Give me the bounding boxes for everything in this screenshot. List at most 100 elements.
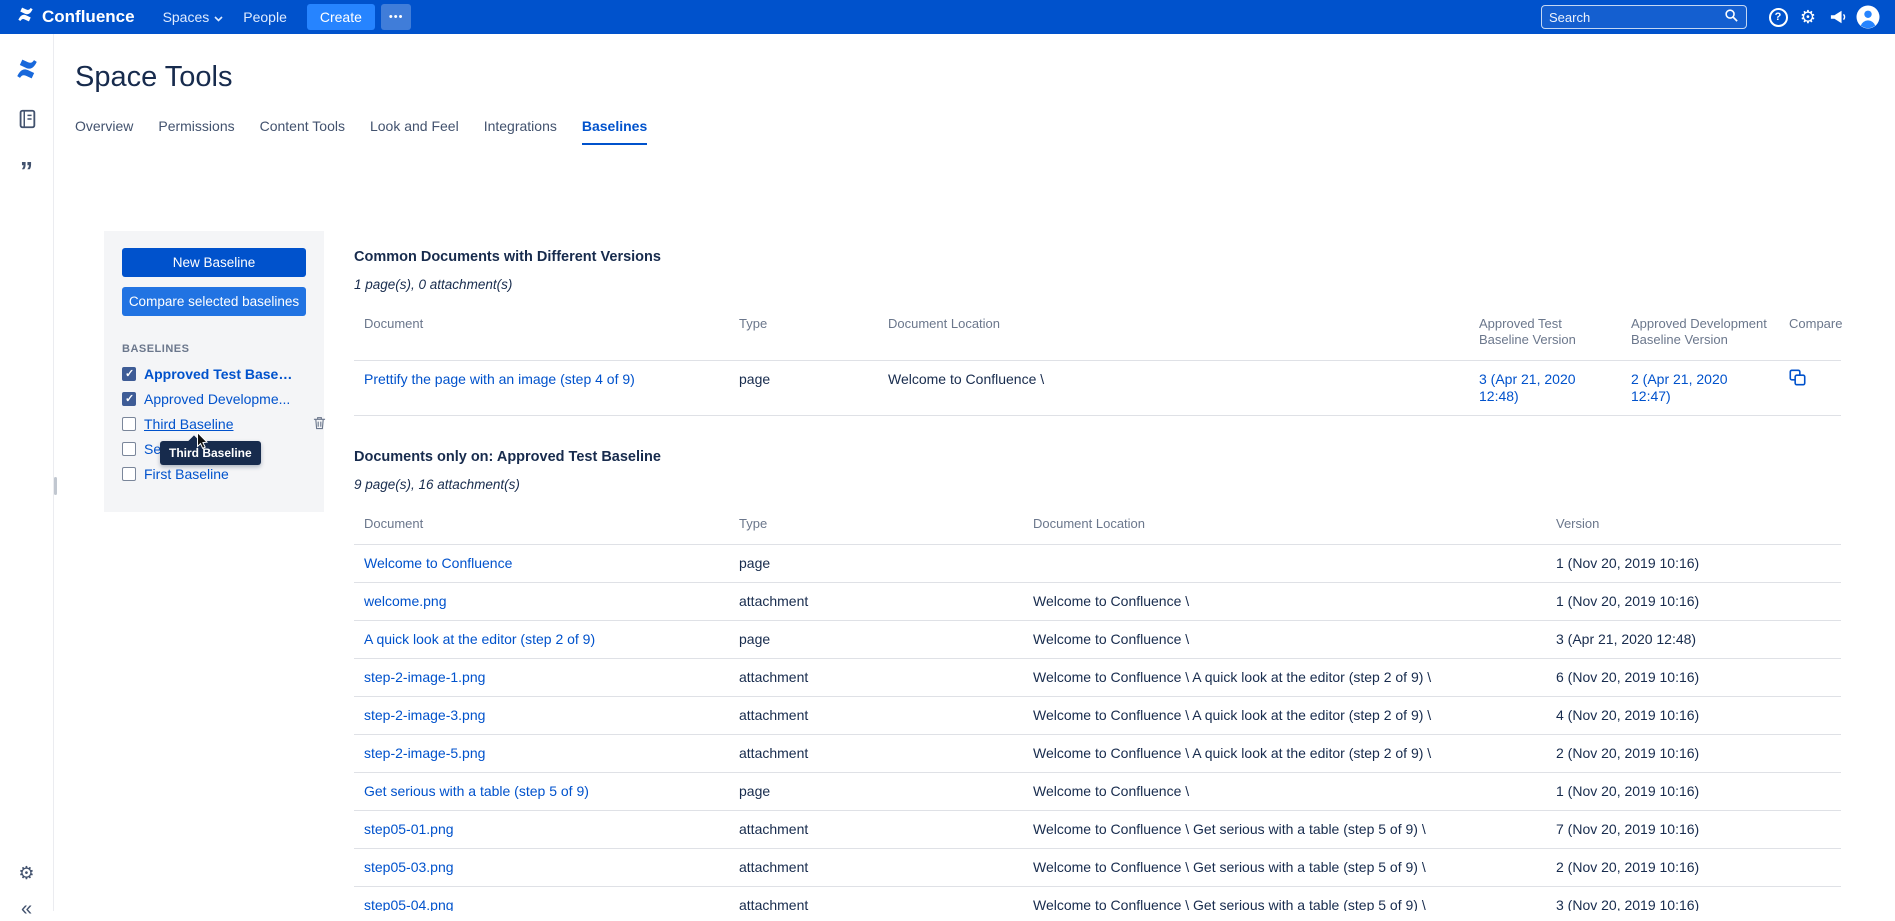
table-row: welcome.png attachment Welcome to Conflu… bbox=[354, 583, 1841, 621]
document-link[interactable]: Welcome to Confluence bbox=[364, 555, 512, 571]
confluence-logo[interactable]: Confluence bbox=[16, 5, 135, 29]
baseline-checkbox[interactable] bbox=[122, 367, 136, 381]
delete-baseline-trash-icon[interactable] bbox=[313, 416, 326, 433]
pages-icon[interactable] bbox=[12, 104, 42, 134]
type-cell: attachment bbox=[729, 735, 1023, 773]
document-link[interactable]: Prettify the page with an image (step 4 … bbox=[364, 371, 635, 387]
baselines-list: Approved Test Baseli... Approved Develop… bbox=[122, 361, 306, 486]
col-location: Document Location bbox=[1023, 506, 1546, 545]
content-row: New Baseline Compare selected baselines … bbox=[54, 231, 1895, 911]
table-row: step-2-image-3.png attachment Welcome to… bbox=[354, 697, 1841, 735]
search-input[interactable] bbox=[1549, 10, 1724, 25]
table-row: step05-01.png attachment Welcome to Conf… bbox=[354, 811, 1841, 849]
document-link[interactable]: welcome.png bbox=[364, 593, 447, 609]
new-baseline-button[interactable]: New Baseline bbox=[122, 248, 306, 277]
table-row: step-2-image-1.png attachment Welcome to… bbox=[354, 659, 1841, 697]
location-cell: Welcome to Confluence \ A quick look at … bbox=[1023, 735, 1546, 773]
version-cell: 4 (Nov 20, 2019 10:16) bbox=[1546, 697, 1841, 735]
collapse-sidebar-icon[interactable]: « bbox=[21, 898, 32, 921]
baseline-link[interactable]: First Baseline bbox=[144, 466, 229, 482]
document-link[interactable]: Get serious with a table (step 5 of 9) bbox=[364, 783, 589, 799]
nav-people-label: People bbox=[243, 9, 287, 25]
sidebar-resize-handle[interactable] bbox=[54, 477, 57, 495]
type-cell: page bbox=[729, 545, 1023, 583]
col-document: Document bbox=[354, 506, 729, 545]
search-icon[interactable] bbox=[1724, 8, 1739, 26]
space-logo-icon[interactable] bbox=[12, 54, 42, 84]
col-type: Type bbox=[729, 506, 1023, 545]
col-type: Type bbox=[729, 306, 878, 361]
table-row: Prettify the page with an image (step 4 … bbox=[354, 361, 1841, 416]
document-link[interactable]: A quick look at the editor (step 2 of 9) bbox=[364, 631, 595, 647]
compare-baselines-button[interactable]: Compare selected baselines bbox=[122, 287, 306, 316]
version-cell: 1 (Nov 20, 2019 10:16) bbox=[1546, 583, 1841, 621]
main-content: Space Tools Overview Permissions Content… bbox=[54, 34, 1895, 911]
document-link[interactable]: step-2-image-1.png bbox=[364, 669, 485, 685]
document-cell: Get serious with a table (step 5 of 9) bbox=[354, 773, 729, 811]
tab-integrations[interactable]: Integrations bbox=[484, 118, 557, 145]
baseline-link[interactable]: Third Baseline bbox=[144, 416, 234, 432]
help-icon[interactable]: ? bbox=[1763, 3, 1793, 31]
tab-content-tools[interactable]: Content Tools bbox=[260, 118, 345, 145]
version-link[interactable]: 3 (Apr 21, 2020 12:48) bbox=[1479, 371, 1576, 404]
col-compare: Compare bbox=[1779, 306, 1841, 361]
document-link[interactable]: step-2-image-5.png bbox=[364, 745, 485, 761]
megaphone-icon[interactable] bbox=[1823, 3, 1853, 31]
table-row: Get serious with a table (step 5 of 9) p… bbox=[354, 773, 1841, 811]
space-settings-gear-icon[interactable]: ⚙ bbox=[18, 863, 34, 884]
location-cell: Welcome to Confluence \ bbox=[1023, 621, 1546, 659]
document-cell: Welcome to Confluence bbox=[354, 545, 729, 583]
baselines-section-label: BASELINES bbox=[122, 343, 306, 355]
document-cell: step-2-image-1.png bbox=[354, 659, 729, 697]
section-title: Documents only on: Approved Test Baselin… bbox=[354, 449, 1841, 465]
blogs-quote-icon[interactable]: ” bbox=[12, 154, 42, 184]
version-cell: 3 (Apr 21, 2020 12:48) bbox=[1546, 621, 1841, 659]
baseline-tooltip: Third Baseline bbox=[160, 441, 261, 465]
version-cell: 7 (Nov 20, 2019 10:16) bbox=[1546, 811, 1841, 849]
baseline-checkbox[interactable] bbox=[122, 417, 136, 431]
user-avatar[interactable] bbox=[1853, 3, 1883, 31]
document-cell: step05-03.png bbox=[354, 849, 729, 887]
location-cell bbox=[1023, 545, 1546, 583]
tab-look-and-feel[interactable]: Look and Feel bbox=[370, 118, 459, 145]
baseline-checkbox[interactable] bbox=[122, 467, 136, 481]
col-document: Document bbox=[354, 306, 729, 361]
chevron-down-icon bbox=[214, 9, 223, 25]
confluence-logo-icon bbox=[16, 5, 35, 29]
document-link[interactable]: step05-01.png bbox=[364, 821, 454, 837]
only-documents-table: Document Type Document Location Version … bbox=[354, 506, 1841, 911]
location-cell: Welcome to Confluence \ Get serious with… bbox=[1023, 849, 1546, 887]
location-cell: Welcome to Confluence \ Get serious with… bbox=[1023, 887, 1546, 912]
tab-baselines[interactable]: Baselines bbox=[582, 118, 647, 145]
baseline-checkbox[interactable] bbox=[122, 392, 136, 406]
section-title: Common Documents with Different Versions bbox=[354, 249, 1841, 265]
document-cell: step-2-image-3.png bbox=[354, 697, 729, 735]
col-version: Version bbox=[1546, 506, 1841, 545]
type-cell: page bbox=[729, 773, 1023, 811]
baseline-checkbox[interactable] bbox=[122, 442, 136, 456]
document-link[interactable]: step-2-image-3.png bbox=[364, 707, 485, 723]
version-link[interactable]: 2 (Apr 21, 2020 12:47) bbox=[1631, 371, 1728, 404]
compare-icon[interactable] bbox=[1789, 373, 1806, 389]
baseline-link[interactable]: Approved Developme... bbox=[144, 391, 290, 407]
document-cell: step05-01.png bbox=[354, 811, 729, 849]
tab-permissions[interactable]: Permissions bbox=[158, 118, 234, 145]
settings-gear-icon[interactable]: ⚙ bbox=[1793, 3, 1823, 31]
nav-spaces[interactable]: Spaces bbox=[153, 4, 234, 30]
common-documents-section: Common Documents with Different Versions… bbox=[354, 249, 1841, 416]
type-cell: attachment bbox=[729, 887, 1023, 912]
tab-overview[interactable]: Overview bbox=[75, 118, 133, 145]
document-link[interactable]: step05-03.png bbox=[364, 859, 454, 875]
compare-cell bbox=[1779, 361, 1841, 416]
col-test-baseline-version: Approved Test Baseline Version bbox=[1469, 306, 1621, 361]
nav-people[interactable]: People bbox=[233, 4, 297, 30]
col-location: Document Location bbox=[878, 306, 1469, 361]
mouse-cursor bbox=[196, 431, 209, 453]
create-button[interactable]: Create bbox=[307, 4, 375, 30]
baseline-link[interactable]: Approved Test Baseli... bbox=[144, 366, 294, 382]
nav-left: Confluence Spaces People Create ••• bbox=[16, 4, 411, 30]
document-cell: welcome.png bbox=[354, 583, 729, 621]
type-cell: page bbox=[729, 621, 1023, 659]
document-link[interactable]: step05-04.png bbox=[364, 897, 454, 911]
nav-more-button[interactable]: ••• bbox=[381, 4, 412, 30]
